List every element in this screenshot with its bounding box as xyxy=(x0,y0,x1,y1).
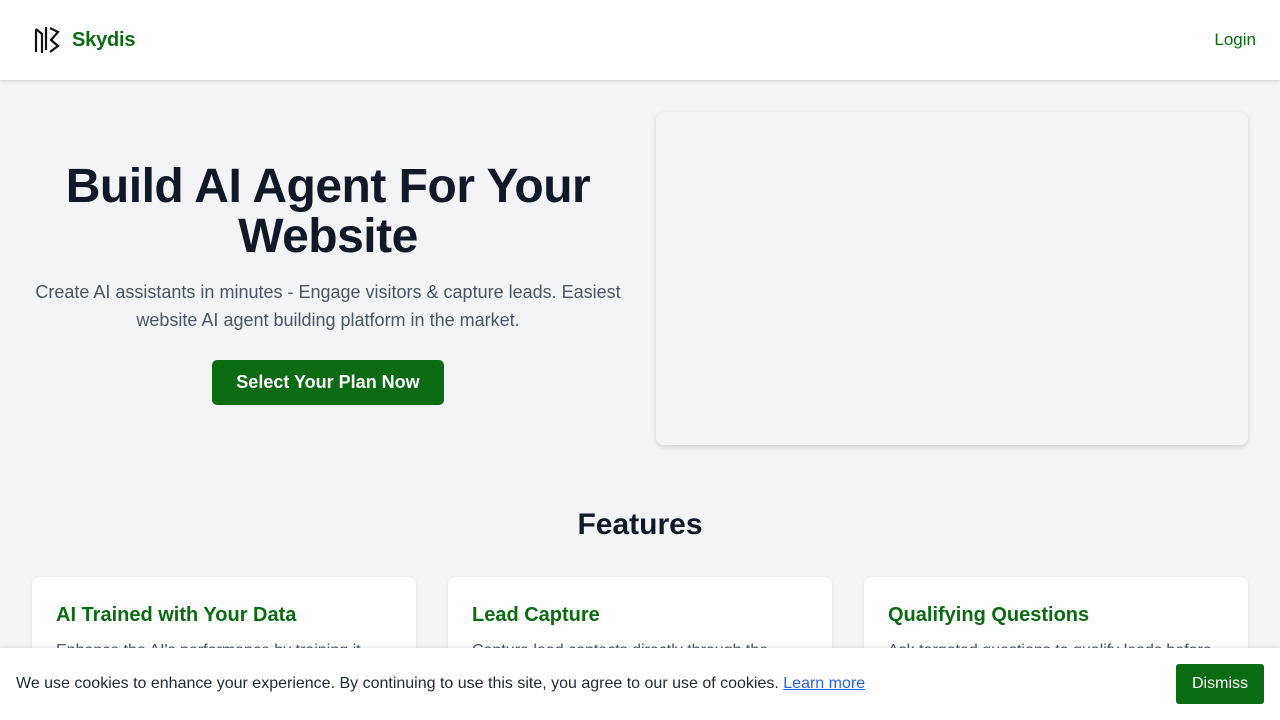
brand-link[interactable]: Skydis xyxy=(34,25,135,55)
skydis-logo-icon xyxy=(34,27,60,53)
dismiss-button[interactable]: Dismiss xyxy=(1176,664,1264,704)
login-link[interactable]: Login xyxy=(1214,30,1256,50)
cookie-message-text: We use cookies to enhance your experienc… xyxy=(16,675,779,692)
site-header: Skydis Login xyxy=(0,0,1280,80)
features-heading: Features xyxy=(577,508,703,541)
hero-section: Build AI Agent For Your Website Create A… xyxy=(30,162,626,405)
cookie-banner: We use cookies to enhance your experienc… xyxy=(0,648,1280,720)
hero-subtitle: Create AI assistants in minutes - Engage… xyxy=(35,282,621,330)
brand-name: Skydis xyxy=(72,28,136,51)
learn-more-link[interactable]: Learn more xyxy=(783,675,865,692)
feature-title: AI Trained with Your Data xyxy=(56,604,297,626)
feature-title: Lead Capture xyxy=(472,604,600,626)
hero-title: Build AI Agent For Your Website xyxy=(65,160,591,263)
feature-title: Qualifying Questions xyxy=(888,604,1090,626)
select-plan-button[interactable]: Select Your Plan Now xyxy=(212,360,444,405)
hero-media-card xyxy=(656,112,1248,445)
cookie-message: We use cookies to enhance your experienc… xyxy=(16,675,865,693)
